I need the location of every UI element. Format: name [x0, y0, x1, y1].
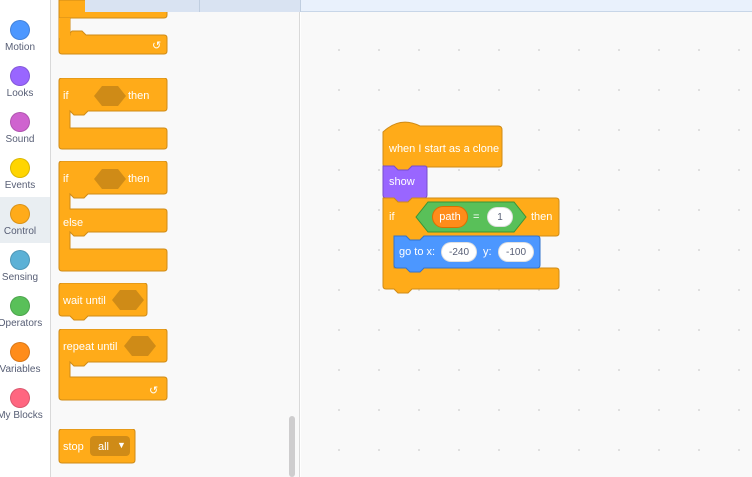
else-label: else — [63, 217, 84, 229]
goto-label: go to x: — [399, 246, 436, 258]
editor-tabs — [85, 0, 752, 12]
category-label: Looks — [6, 88, 34, 99]
control-category-icon — [10, 204, 30, 224]
category-my-blocks[interactable]: My Blocks — [0, 381, 50, 427]
equals-operator-label: = — [473, 211, 480, 223]
category-label: Sound — [5, 134, 35, 145]
y-input[interactable]: -100 — [498, 242, 534, 262]
path-variable-reporter[interactable]: path — [432, 206, 468, 228]
loop-arrow-icon: ↺ — [149, 385, 158, 397]
stop-option[interactable]: all — [98, 441, 109, 453]
repeat-until-label: repeat until — [63, 341, 118, 353]
category-variables[interactable]: Variables — [0, 335, 50, 381]
operators-category-icon — [10, 296, 30, 316]
if-label: if — [63, 173, 69, 185]
block-palette: ↺ if then if then else wait until ↺ repe… — [51, 0, 300, 477]
then-label: then — [128, 173, 150, 185]
sound-category-icon — [10, 112, 30, 132]
category-sound[interactable]: Sound — [0, 105, 50, 151]
looks-category-icon — [10, 66, 30, 86]
motion-category-icon — [10, 20, 30, 40]
category-label: My Blocks — [0, 410, 43, 421]
category-label: Operators — [0, 318, 43, 329]
tab-sounds[interactable] — [200, 0, 301, 12]
if-label: if — [389, 211, 395, 223]
my-blocks-category-icon — [10, 388, 30, 408]
category-menu: Motion Looks Sound Events Control Sensin… — [0, 0, 51, 477]
category-motion[interactable]: Motion — [0, 13, 50, 59]
events-category-icon — [10, 158, 30, 178]
category-sensing[interactable]: Sensing — [0, 243, 50, 289]
category-control[interactable]: Control — [0, 197, 50, 243]
category-label: Sensing — [1, 272, 39, 283]
then-label: then — [531, 211, 553, 223]
category-label: Variables — [0, 364, 41, 375]
then-label: then — [128, 90, 150, 102]
x-input[interactable]: -240 — [441, 242, 477, 262]
show-label: show — [389, 176, 415, 188]
wait-until-label: wait until — [63, 295, 106, 307]
tab-costumes[interactable] — [85, 0, 200, 12]
if-label: if — [63, 90, 69, 102]
category-operators[interactable]: Operators — [0, 289, 50, 335]
category-label: Motion — [4, 42, 35, 53]
category-label: Events — [4, 180, 36, 191]
category-label: Control — [3, 226, 37, 237]
when-start-as-clone-label: when I start as a clone — [389, 143, 500, 155]
y-label: y: — [483, 246, 492, 258]
category-events[interactable]: Events — [0, 151, 50, 197]
variables-category-icon — [10, 342, 30, 362]
loop-arrow-icon: ↺ — [152, 40, 161, 52]
palette-scrollbar[interactable] — [289, 416, 295, 477]
chevron-down-icon[interactable]: ▼ — [117, 440, 126, 450]
compare-value-input[interactable]: 1 — [487, 207, 513, 227]
sensing-category-icon — [10, 250, 30, 270]
category-looks[interactable]: Looks — [0, 59, 50, 105]
stop-label: stop — [63, 441, 84, 453]
if-then-block[interactable] — [56, 78, 176, 153]
